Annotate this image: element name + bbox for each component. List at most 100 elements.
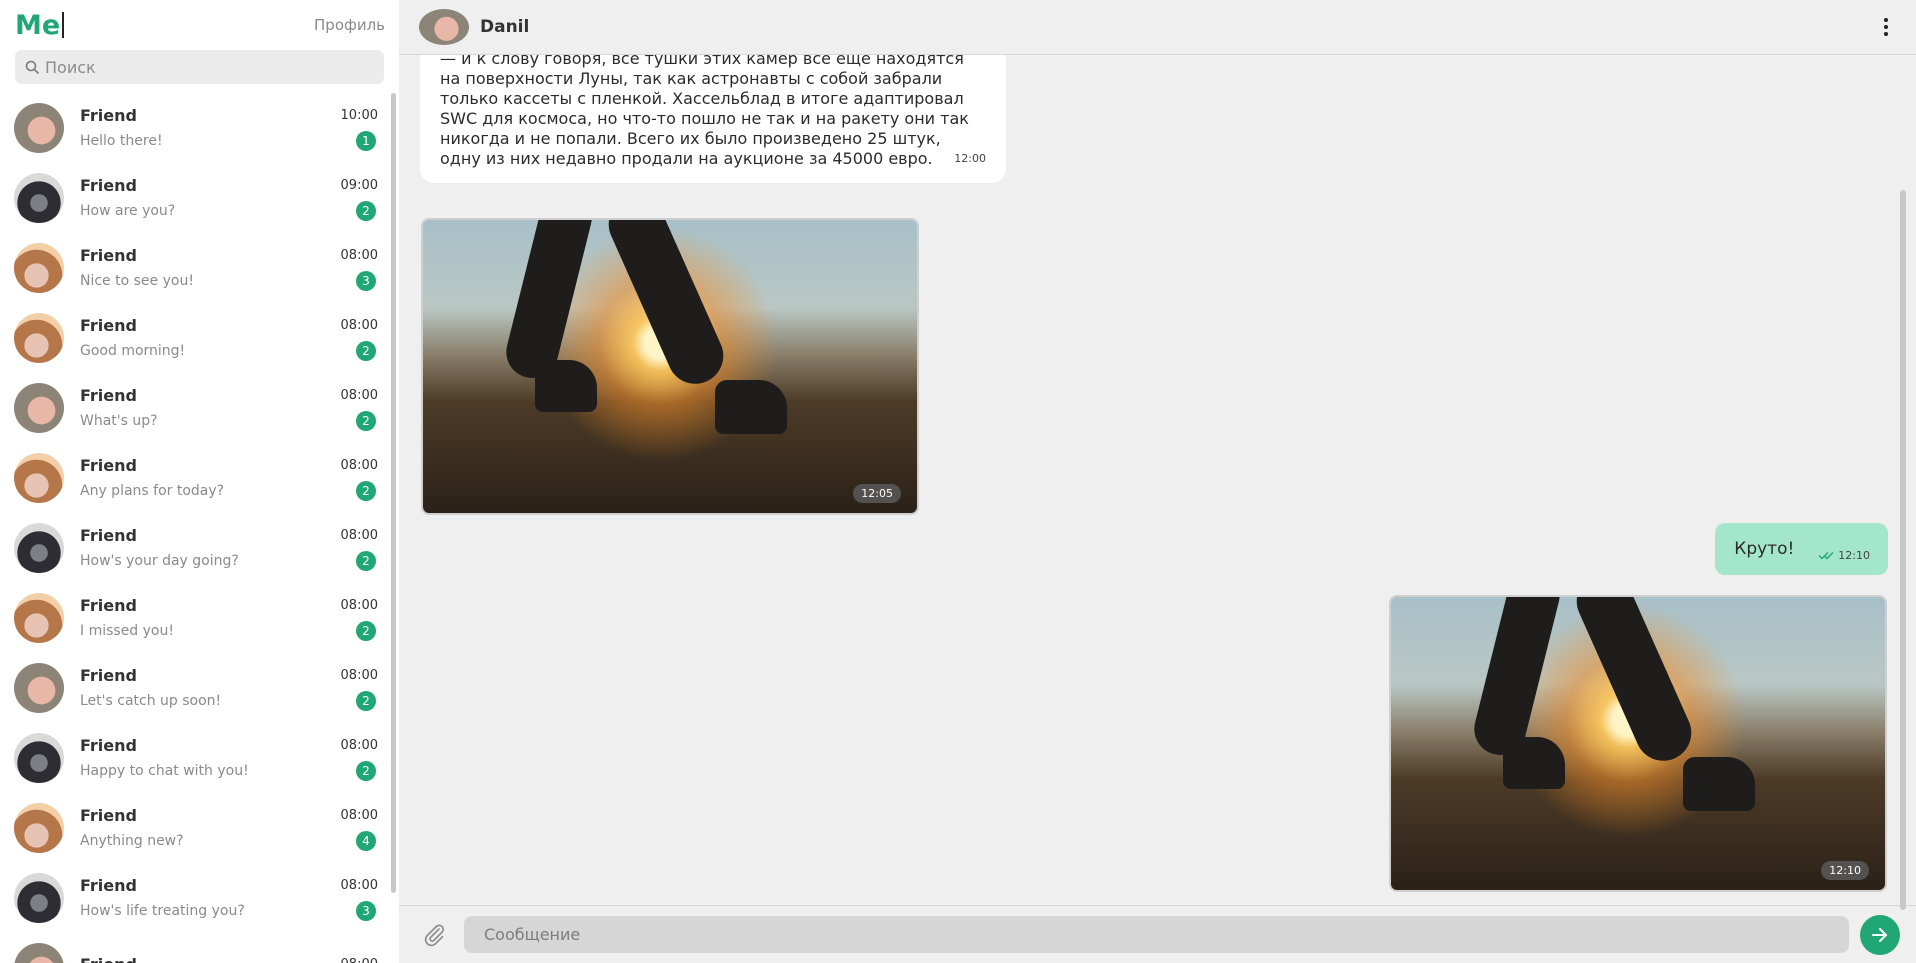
chat-time: 08:00 xyxy=(340,667,378,683)
pig-avatar xyxy=(14,943,64,963)
chat-time: 08:00 xyxy=(340,807,378,823)
chat-name: Friend xyxy=(80,385,137,405)
chat-name: Friend xyxy=(80,525,137,545)
chat-list-item[interactable]: Friend 08:00 I missed you! 2 xyxy=(0,583,390,653)
chat-name: Friend xyxy=(80,105,137,125)
chat-meta: Friend 08:00 I missed you! 2 xyxy=(80,593,378,643)
chat-list-item[interactable]: Friend 09:00 How are you? 2 xyxy=(0,163,390,233)
arrow-right-icon xyxy=(1872,927,1887,942)
chat-meta: Friend 08:00 Happy to chat with you! 2 xyxy=(80,733,378,783)
contact-avatar[interactable] xyxy=(419,9,469,45)
outgoing-image-message[interactable]: 12:10 xyxy=(1389,595,1887,892)
chat-time: 08:00 xyxy=(340,737,378,753)
dog-avatar xyxy=(14,873,64,923)
chat-name: Friend xyxy=(80,455,137,475)
dog-avatar xyxy=(14,733,64,783)
message-input[interactable] xyxy=(464,916,1849,953)
outgoing-message: Круто! 12:10 xyxy=(1715,523,1888,575)
chat-last-message: Nice to see you! xyxy=(80,273,194,289)
contact-name[interactable]: Danil xyxy=(480,17,529,37)
pig-avatar xyxy=(14,103,64,153)
chat-name: Friend xyxy=(80,665,137,685)
chat-name: Friend xyxy=(80,955,137,963)
search-bar[interactable] xyxy=(15,50,384,84)
unread-badge: 2 xyxy=(356,550,376,571)
chat-name: Friend xyxy=(80,875,137,895)
unread-badge: 2 xyxy=(356,620,376,641)
chat-meta: Friend 08:00 Any plans for today? 2 xyxy=(80,453,378,503)
double-check-icon xyxy=(1818,551,1834,559)
chat-meta: Friend 08:00 How's your day going? 2 xyxy=(80,523,378,573)
unread-badge: 3 xyxy=(356,270,376,291)
incoming-image-message[interactable]: 12:05 xyxy=(421,218,919,515)
chat-last-message: What's up? xyxy=(80,413,158,429)
chat-list-item[interactable]: Friend 08:00 Nice to see you! 3 xyxy=(0,233,390,303)
chat-list-item[interactable]: Friend 08:00 How's your day going? 2 xyxy=(0,513,390,583)
chat-name: Friend xyxy=(80,735,137,755)
chat-time: 09:00 xyxy=(340,177,378,193)
chat-list-item[interactable]: Friend 08:00 What's up? 2 xyxy=(0,373,390,443)
chat-last-message: Any plans for today? xyxy=(80,483,225,499)
unread-badge: 3 xyxy=(356,900,376,921)
chat-list-item[interactable]: Friend 08:00 How's life treating you? 3 xyxy=(0,863,390,933)
chat-list-item[interactable]: Friend 08:00 Anything new? 4 xyxy=(0,793,390,863)
chat-list-item[interactable]: Friend 08:00 xyxy=(0,933,390,963)
unread-badge: 2 xyxy=(356,760,376,781)
chat-name: Friend xyxy=(80,315,137,335)
sidebar-header: Me Профиль xyxy=(0,0,399,50)
chat-list-scrollbar[interactable] xyxy=(391,93,396,893)
pig-avatar xyxy=(14,663,64,713)
chat-list-item[interactable]: Friend 10:00 Hello there! 1 xyxy=(0,93,390,163)
unread-badge: 1 xyxy=(356,130,376,151)
search-icon xyxy=(25,60,39,74)
more-options-icon[interactable] xyxy=(1876,15,1896,39)
chat-name: Friend xyxy=(80,595,137,615)
chat-last-message: How are you? xyxy=(80,203,176,219)
chat-time: 08:00 xyxy=(340,457,378,473)
chat-time: 08:00 xyxy=(340,387,378,403)
profile-link[interactable]: Профиль xyxy=(314,16,385,34)
chat-last-message: Anything new? xyxy=(80,833,184,849)
pig-avatar xyxy=(14,383,64,433)
message-text: Круто! xyxy=(1734,539,1795,559)
hiking-photo: 12:10 xyxy=(1391,597,1885,890)
text-caret xyxy=(62,12,65,38)
warm-avatar xyxy=(14,243,64,293)
chat-list-item[interactable]: Friend 08:00 Let's catch up soon! 2 xyxy=(0,653,390,723)
chat-time: 08:00 xyxy=(340,317,378,333)
chat-meta: Friend 08:00 Anything new? 4 xyxy=(80,803,378,853)
conversation-panel: Danil — и к слову говоря, все тушки этих… xyxy=(399,0,1916,963)
logo-text: Me xyxy=(15,9,61,41)
message-time: 12:10 xyxy=(1838,548,1870,562)
unread-badge: 4 xyxy=(356,830,376,851)
chat-list-item[interactable]: Friend 08:00 Any plans for today? 2 xyxy=(0,443,390,513)
message-meta: 12:10 xyxy=(1818,549,1870,562)
hiking-photo: 12:05 xyxy=(423,220,917,513)
incoming-message: — и к слову говоря, все тушки этих камер… xyxy=(420,55,1006,183)
chat-last-message: Good morning! xyxy=(80,343,186,359)
messages-scrollbar[interactable] xyxy=(1900,190,1906,910)
unread-badge: 2 xyxy=(356,480,376,501)
search-input[interactable] xyxy=(45,57,374,77)
message-composer xyxy=(399,905,1916,963)
send-button[interactable] xyxy=(1860,914,1900,955)
chat-meta: Friend 08:00 xyxy=(80,943,378,963)
warm-avatar xyxy=(14,803,64,853)
chat-last-message: Let's catch up soon! xyxy=(80,693,222,709)
message-list: — и к слову говоря, все тушки этих камер… xyxy=(399,55,1916,905)
chat-list-item[interactable]: Friend 08:00 Happy to chat with you! 2 xyxy=(0,723,390,793)
chat-name: Friend xyxy=(80,245,137,265)
unread-badge: 2 xyxy=(356,200,376,221)
chat-time: 10:00 xyxy=(340,107,378,123)
chat-last-message: Happy to chat with you! xyxy=(80,763,249,779)
chat-header: Danil xyxy=(399,0,1916,55)
unread-badge: 2 xyxy=(356,410,376,431)
chat-time: 08:00 xyxy=(340,527,378,543)
chat-list-item[interactable]: Friend 08:00 Good morning! 2 xyxy=(0,303,390,373)
message-time: 12:00 xyxy=(954,152,986,165)
paperclip-icon[interactable] xyxy=(419,920,449,950)
chat-meta: Friend 10:00 Hello there! 1 xyxy=(80,103,378,153)
message-text: — и к слову говоря, все тушки этих камер… xyxy=(440,55,969,168)
dog-avatar xyxy=(14,173,64,223)
chat-name: Friend xyxy=(80,175,137,195)
